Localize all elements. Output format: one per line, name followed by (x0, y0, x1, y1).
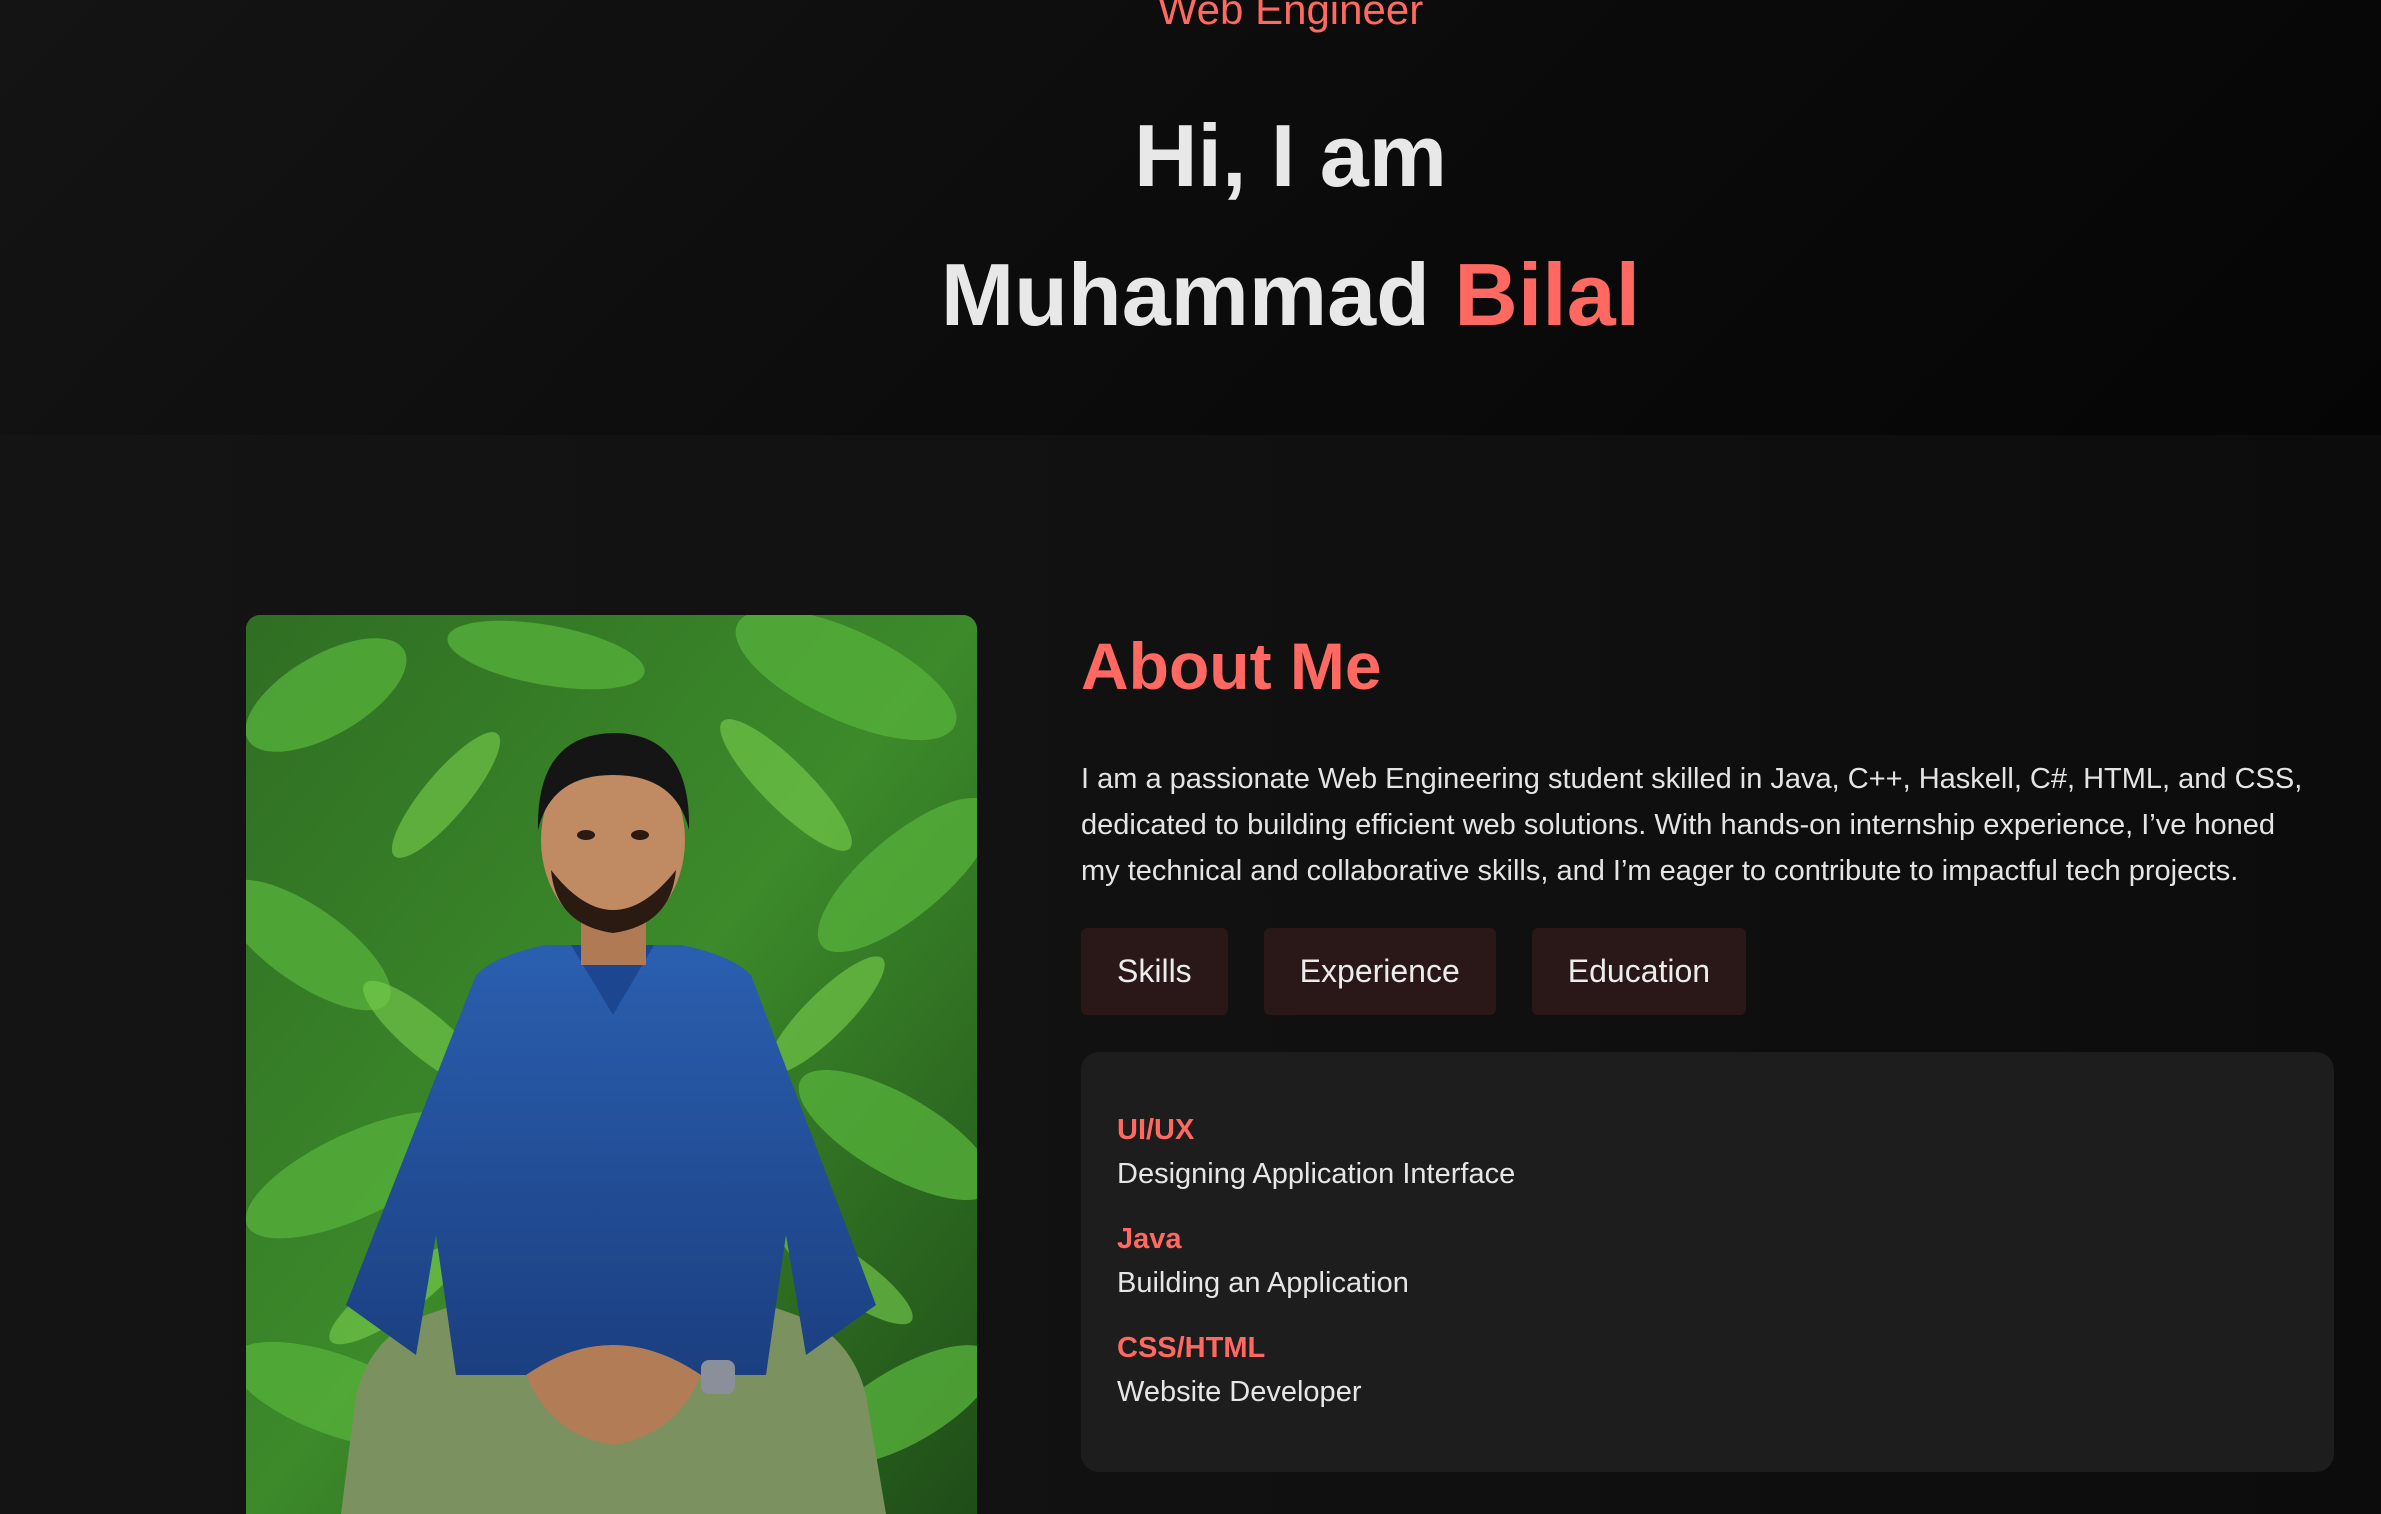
tab-education[interactable]: Education (1531, 928, 1747, 1015)
skill-item: Java Building an Application (1117, 1219, 2298, 1307)
skill-name: CSS/HTML (1117, 1332, 1266, 1364)
hero-name: Muhammad Bilal (0, 244, 2381, 346)
about-title: About Me (1081, 629, 1382, 703)
hero-role: Web Engineer (1157, 0, 1424, 33)
skill-name: Java (1117, 1223, 1182, 1255)
skill-description: Designing Application Interface (1117, 1158, 1516, 1190)
hero-section: Web Engineer Hi, I am Muhammad Bilal (0, 0, 2381, 435)
about-description: I am a passionate Web Engineering studen… (1081, 763, 2303, 887)
skill-description: Building an Application (1117, 1267, 1409, 1299)
skill-item: UI/UX Designing Application Interface (1117, 1110, 2298, 1198)
hero-greeting: Hi, I am (1134, 106, 1447, 205)
skill-name: UI/UX (1117, 1114, 1195, 1146)
profile-photo-illustration (246, 615, 977, 1514)
hero-last-name: Bilal (1454, 245, 1641, 344)
tab-skills[interactable]: Skills (1081, 928, 1228, 1015)
profile-photo (246, 615, 977, 1514)
skill-item: CSS/HTML Website Developer (1117, 1328, 2298, 1416)
skills-panel: UI/UX Designing Application Interface Ja… (1081, 1052, 2334, 1472)
hero-first-name: Muhammad (940, 245, 1430, 344)
about-tabs: Skills Experience Education (1081, 928, 1747, 1015)
tab-experience[interactable]: Experience (1263, 928, 1496, 1015)
skill-description: Website Developer (1117, 1376, 1362, 1408)
